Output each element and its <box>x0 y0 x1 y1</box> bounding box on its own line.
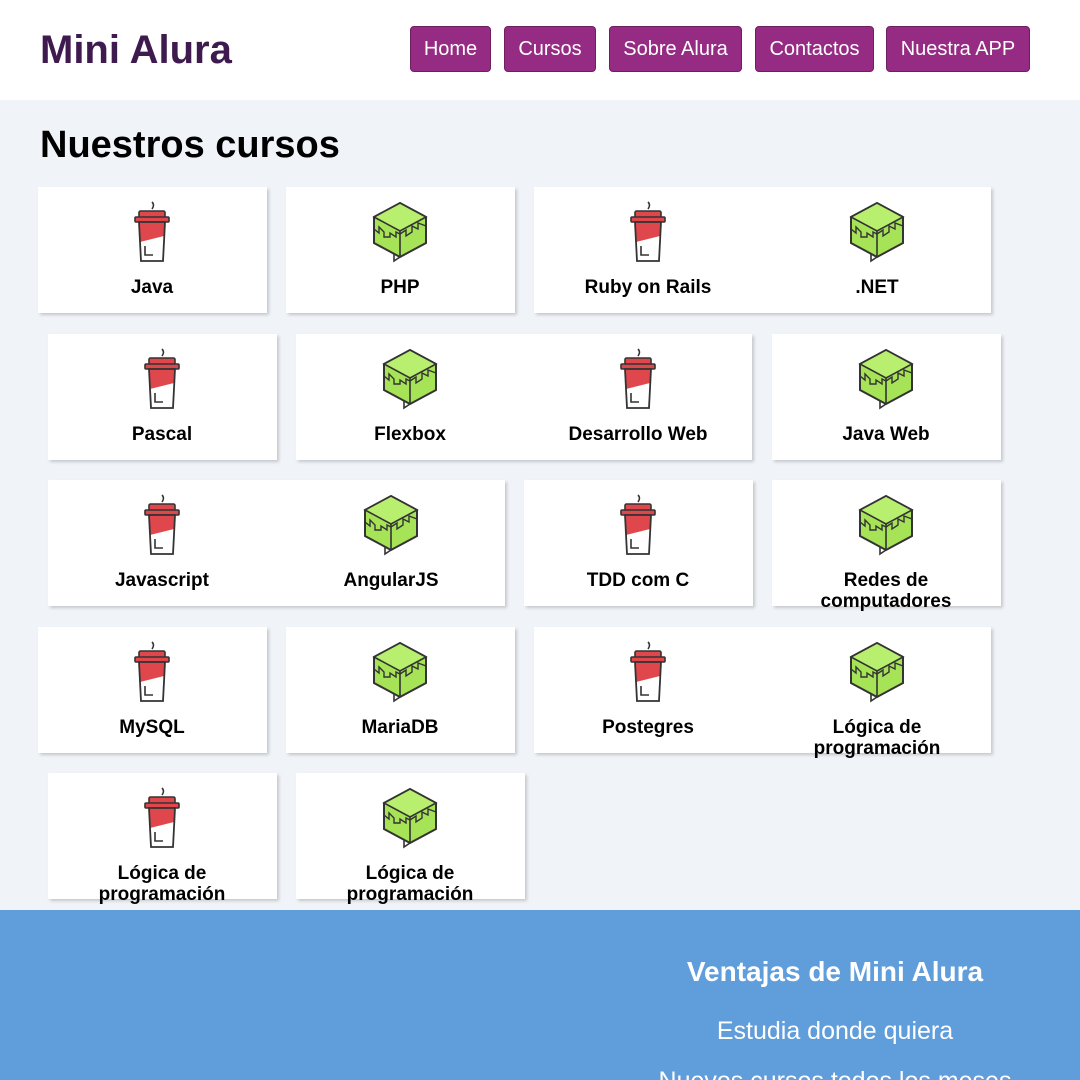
course-card: TDD com C <box>524 480 753 606</box>
course-name: Lógica de programación <box>813 717 941 759</box>
course-name: AngularJS <box>343 570 439 591</box>
course-card: PHP <box>286 187 515 313</box>
course-name: MySQL <box>119 717 185 738</box>
green-cube-icon <box>370 199 430 265</box>
course-card: Redes de computadores <box>772 480 1001 612</box>
course-name: Ruby on Rails <box>584 277 712 298</box>
coffee-cup-icon <box>608 346 668 412</box>
green-cube-icon <box>847 199 907 265</box>
coffee-cup-icon <box>132 346 192 412</box>
course-name: Java Web <box>842 424 930 445</box>
course-name: Redes de computadores <box>820 570 952 612</box>
green-cube-icon <box>361 492 421 558</box>
course-item[interactable]: Postegres <box>534 627 762 753</box>
course-card: Lógica de programación <box>48 773 277 905</box>
course-card: Java <box>38 187 267 313</box>
course-card: Postegres Lógica de programación <box>534 627 991 759</box>
course-name: Java <box>130 277 174 298</box>
green-cube-icon <box>856 346 916 412</box>
course-name: Postegres <box>602 717 694 738</box>
course-item[interactable]: Ruby on Rails <box>534 187 762 313</box>
course-item[interactable]: Lógica de programación <box>763 627 991 759</box>
course-name: Pascal <box>131 424 193 445</box>
coffee-cup-icon <box>122 199 182 265</box>
nav-nuestra-app-button[interactable]: Nuestra APP <box>886 26 1030 72</box>
site-header: Mini Alura Home Cursos Sobre Alura Conta… <box>0 0 1080 100</box>
nav-contactos-button[interactable]: Contactos <box>755 26 874 72</box>
course-item[interactable]: .NET <box>763 187 991 313</box>
course-item[interactable]: Lógica de programación <box>48 773 276 905</box>
course-name: Flexbox <box>374 424 446 445</box>
course-card: MySQL <box>38 627 267 753</box>
course-item[interactable]: Java Web <box>772 334 1000 460</box>
footer-benefit-item: Nuevos cursos todos los meses <box>590 1066 1080 1080</box>
coffee-cup-icon <box>132 785 192 851</box>
footer-benefit-item: Estudia donde quiera <box>716 1017 954 1045</box>
course-card: MariaDB <box>286 627 515 753</box>
course-name: Lógica de programación <box>346 863 474 905</box>
course-item[interactable]: Javascript <box>48 480 276 606</box>
nav-cursos-button[interactable]: Cursos <box>504 26 596 72</box>
course-card: Javascript AngularJS <box>48 480 505 606</box>
green-cube-icon <box>380 785 440 851</box>
green-cube-icon <box>370 639 430 705</box>
course-name: .NET <box>855 277 899 298</box>
course-name: Desarrollo Web <box>568 424 708 445</box>
course-item[interactable]: MariaDB <box>286 627 514 753</box>
course-item[interactable]: MySQL <box>38 627 266 753</box>
green-cube-icon <box>380 346 440 412</box>
course-item[interactable]: AngularJS <box>277 480 505 606</box>
course-card: Pascal <box>48 334 277 460</box>
course-card: Flexbox Desarrollo Web <box>296 334 752 460</box>
course-item[interactable]: PHP <box>286 187 514 313</box>
course-item[interactable]: Flexbox <box>296 334 524 460</box>
footer: Ventajas de Mini Alura Estudia donde qui… <box>0 910 1080 1080</box>
course-card: Ruby on Rails .NET <box>534 187 991 313</box>
nav-sobre-alura-button[interactable]: Sobre Alura <box>609 26 742 72</box>
green-cube-icon <box>847 639 907 705</box>
course-item[interactable]: Pascal <box>48 334 276 460</box>
course-name: PHP <box>380 277 420 298</box>
course-item[interactable]: Lógica de programación <box>296 773 524 905</box>
course-item[interactable]: Desarrollo Web <box>524 334 752 460</box>
coffee-cup-icon <box>132 492 192 558</box>
course-card: Java Web <box>772 334 1001 460</box>
site-logo[interactable]: Mini Alura <box>40 28 232 72</box>
course-item[interactable]: Redes de computadores <box>772 480 1000 612</box>
coffee-cup-icon <box>122 639 182 705</box>
coffee-cup-icon <box>618 639 678 705</box>
green-cube-icon <box>856 492 916 558</box>
footer-title: Ventajas de Mini Alura <box>686 956 984 987</box>
section-title: Nuestros cursos <box>40 124 340 166</box>
course-item[interactable]: TDD com C <box>524 480 752 606</box>
coffee-cup-icon <box>608 492 668 558</box>
course-name: MariaDB <box>361 717 439 738</box>
course-name: Lógica de programación <box>98 863 226 905</box>
course-name: Javascript <box>114 570 209 591</box>
course-card: Lógica de programación <box>296 773 525 905</box>
course-item[interactable]: Java <box>38 187 266 313</box>
course-name: TDD com C <box>586 570 690 591</box>
nav-home-button[interactable]: Home <box>410 26 491 72</box>
coffee-cup-icon <box>618 199 678 265</box>
